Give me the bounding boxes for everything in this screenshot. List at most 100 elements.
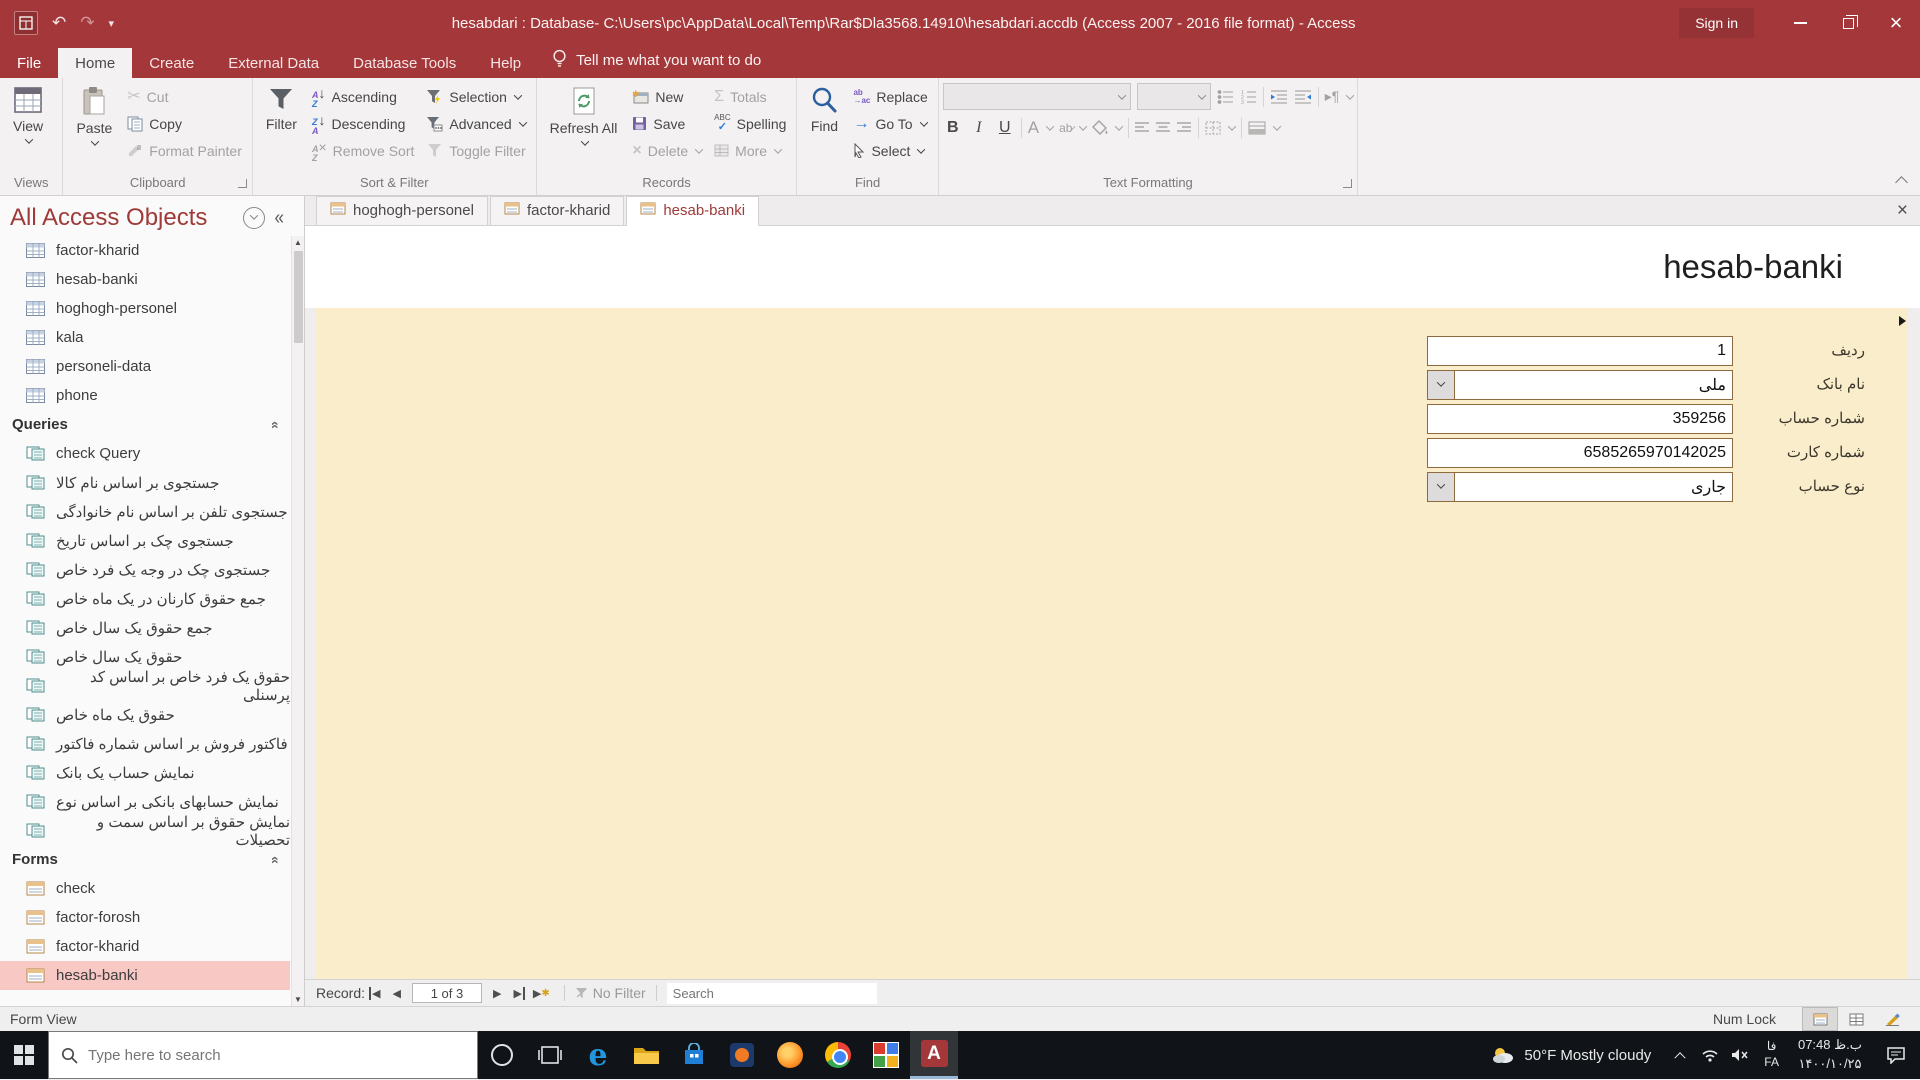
weather-widget[interactable]: 50°F Mostly cloudy bbox=[1477, 1046, 1665, 1064]
decrease-indent-icon[interactable] bbox=[1270, 89, 1288, 105]
nav-section-queries[interactable]: Queries « bbox=[0, 410, 290, 439]
bank-name-dropdown-icon[interactable] bbox=[1428, 371, 1455, 399]
restore-button[interactable] bbox=[1824, 0, 1872, 46]
account-type-dropdown-icon[interactable] bbox=[1428, 473, 1455, 501]
taskbar-search-box[interactable] bbox=[48, 1031, 478, 1079]
fill-color-icon[interactable] bbox=[1092, 120, 1108, 135]
tell-me-box[interactable]: Tell me what you want to do bbox=[538, 49, 775, 78]
edge-icon[interactable]: e bbox=[574, 1031, 622, 1079]
new-blank-record-icon[interactable]: ▶ ✱ bbox=[529, 987, 554, 1000]
nav-query-item[interactable]: جستجوی تلفن بر اساس نام خانوادگی bbox=[0, 497, 290, 526]
tab-file[interactable]: File bbox=[0, 48, 58, 78]
align-right-icon[interactable] bbox=[1177, 121, 1192, 134]
save-record-button[interactable]: Save bbox=[626, 110, 708, 137]
bold-button[interactable]: B bbox=[943, 119, 963, 137]
bullets-icon[interactable] bbox=[1217, 89, 1234, 105]
refresh-all-button[interactable]: Refresh All bbox=[541, 81, 627, 148]
text-direction-icon[interactable]: ▸¶ bbox=[1325, 88, 1340, 105]
chrome-icon[interactable] bbox=[814, 1031, 862, 1079]
next-record-icon[interactable]: ▶ bbox=[489, 987, 505, 1000]
firefox-icon[interactable] bbox=[766, 1031, 814, 1079]
shutter-close-icon[interactable]: « bbox=[275, 206, 284, 230]
goto-button[interactable]: → Go To bbox=[847, 110, 933, 137]
doc-tab-hesab-banki[interactable]: hesab-banki bbox=[626, 196, 760, 226]
taskbar-search-input[interactable] bbox=[88, 1046, 465, 1064]
tab-database-tools[interactable]: Database Tools bbox=[336, 48, 473, 78]
copy-button[interactable]: Copy bbox=[121, 110, 248, 137]
last-record-icon[interactable]: ▶ bbox=[509, 986, 525, 1000]
selection-button[interactable]: Selection bbox=[420, 83, 531, 110]
highlight-color-icon[interactable]: ab̷ bbox=[1059, 121, 1072, 135]
nav-pane-menu-icon[interactable] bbox=[242, 207, 265, 229]
advanced-filter-button[interactable]: Advanced bbox=[420, 110, 531, 137]
text-formatting-dialog-launcher-icon[interactable] bbox=[1343, 179, 1353, 188]
font-size-combobox[interactable] bbox=[1136, 83, 1211, 110]
nav-table-item[interactable]: kala bbox=[0, 323, 290, 352]
design-view-button[interactable] bbox=[1874, 1007, 1910, 1031]
nav-query-item[interactable]: نمایش حساب یک بانک bbox=[0, 758, 290, 787]
more-button[interactable]: More bbox=[708, 137, 792, 164]
no-filter-indicator[interactable]: No Filter bbox=[575, 985, 646, 1001]
nav-query-item[interactable]: جستجوی چک در وجه یک فرد خاص bbox=[0, 555, 290, 584]
paste-button[interactable]: Paste bbox=[67, 81, 121, 148]
file-explorer-icon[interactable] bbox=[622, 1031, 670, 1079]
form-view-button[interactable] bbox=[1802, 1007, 1838, 1031]
view-button[interactable]: View bbox=[4, 81, 52, 146]
minimize-button[interactable] bbox=[1776, 0, 1824, 46]
tab-external-data[interactable]: External Data bbox=[211, 48, 336, 78]
nav-table-item[interactable]: personeli-data bbox=[0, 352, 290, 381]
nav-query-item[interactable]: جمع حقوق کارنان در یک ماه خاص bbox=[0, 584, 290, 613]
access-taskbar-icon[interactable]: A bbox=[910, 1031, 958, 1079]
remove-sort-button[interactable]: A Z × Remove Sort bbox=[306, 137, 420, 164]
start-button[interactable] bbox=[0, 1031, 48, 1079]
nav-table-item[interactable]: hoghogh-personel bbox=[0, 294, 290, 323]
align-left-icon[interactable] bbox=[1135, 121, 1150, 134]
nav-query-item[interactable]: حقوق یک ماه خاص bbox=[0, 700, 290, 729]
task-view-icon[interactable] bbox=[526, 1031, 574, 1079]
first-record-icon[interactable]: ◀ bbox=[369, 986, 384, 1000]
descending-button[interactable]: Z A ↓ Descending bbox=[306, 110, 420, 137]
language-indicator[interactable]: فا FA bbox=[1755, 1039, 1788, 1070]
nav-table-item[interactable]: factor-kharid bbox=[0, 236, 290, 265]
datasheet-view-button[interactable] bbox=[1838, 1007, 1874, 1031]
filter-button[interactable]: Filter bbox=[257, 81, 306, 134]
nav-query-item[interactable]: جمع حقوق یک سال خاص bbox=[0, 613, 290, 642]
show-hidden-icons-button[interactable] bbox=[1665, 1051, 1695, 1064]
nav-query-item[interactable]: جستجوی بر اساس نام کالا bbox=[0, 468, 290, 497]
tab-help[interactable]: Help bbox=[473, 48, 538, 78]
redo-icon[interactable]: ↷ bbox=[80, 13, 94, 33]
sign-in-button[interactable]: Sign in bbox=[1679, 8, 1754, 38]
italic-button[interactable]: I bbox=[969, 119, 989, 137]
action-center-icon[interactable] bbox=[1872, 1046, 1920, 1064]
cut-button[interactable]: ✂ Cut bbox=[121, 83, 248, 110]
access-app-icon[interactable] bbox=[14, 11, 38, 35]
ascending-button[interactable]: A Z ↓ Ascending bbox=[306, 83, 420, 110]
record-position-box[interactable]: 1 of 3 bbox=[411, 983, 482, 1003]
network-icon[interactable] bbox=[1695, 1048, 1725, 1062]
nav-table-item[interactable]: hesab-banki bbox=[0, 265, 290, 294]
find-button[interactable]: Find bbox=[801, 81, 847, 136]
tab-create[interactable]: Create bbox=[132, 48, 211, 78]
select-button[interactable]: Select bbox=[847, 137, 933, 164]
align-center-icon[interactable] bbox=[1156, 121, 1171, 134]
previous-record-icon[interactable]: ◀ bbox=[389, 987, 405, 1000]
nav-form-item[interactable]: factor-forosh bbox=[0, 903, 290, 932]
doc-tab-factor-kharid[interactable]: factor-kharid bbox=[489, 196, 625, 225]
nav-query-item[interactable]: حقوق یک فرد خاص بر اساس کد پرسنلی bbox=[0, 669, 290, 704]
numbering-icon[interactable]: 123 bbox=[1240, 89, 1257, 105]
close-document-icon[interactable]: × bbox=[1897, 200, 1908, 222]
font-name-combobox[interactable] bbox=[942, 83, 1131, 110]
new-record-button[interactable]: ✱ New bbox=[626, 83, 708, 110]
nav-query-item[interactable]: check Query bbox=[0, 439, 290, 468]
undo-icon[interactable]: ↶ bbox=[52, 13, 66, 33]
nav-table-item[interactable]: phone bbox=[0, 381, 290, 410]
doc-tab-hoghogh-personel[interactable]: hoghogh-personel bbox=[316, 196, 488, 225]
clock[interactable]: 07:48 ب.ظ ۱۴۰۰/۱۰/۲۵ bbox=[1788, 1036, 1872, 1074]
nav-form-item[interactable]: factor-kharid bbox=[0, 932, 290, 961]
nav-form-item[interactable]: check bbox=[0, 874, 290, 903]
store-icon[interactable] bbox=[670, 1031, 718, 1079]
record-search-input[interactable] bbox=[666, 982, 877, 1004]
nav-scrollbar[interactable]: ▲ ▼ bbox=[291, 236, 304, 1006]
font-color-icon[interactable]: A bbox=[1028, 118, 1039, 138]
clipboard-dialog-launcher-icon[interactable] bbox=[237, 179, 247, 188]
